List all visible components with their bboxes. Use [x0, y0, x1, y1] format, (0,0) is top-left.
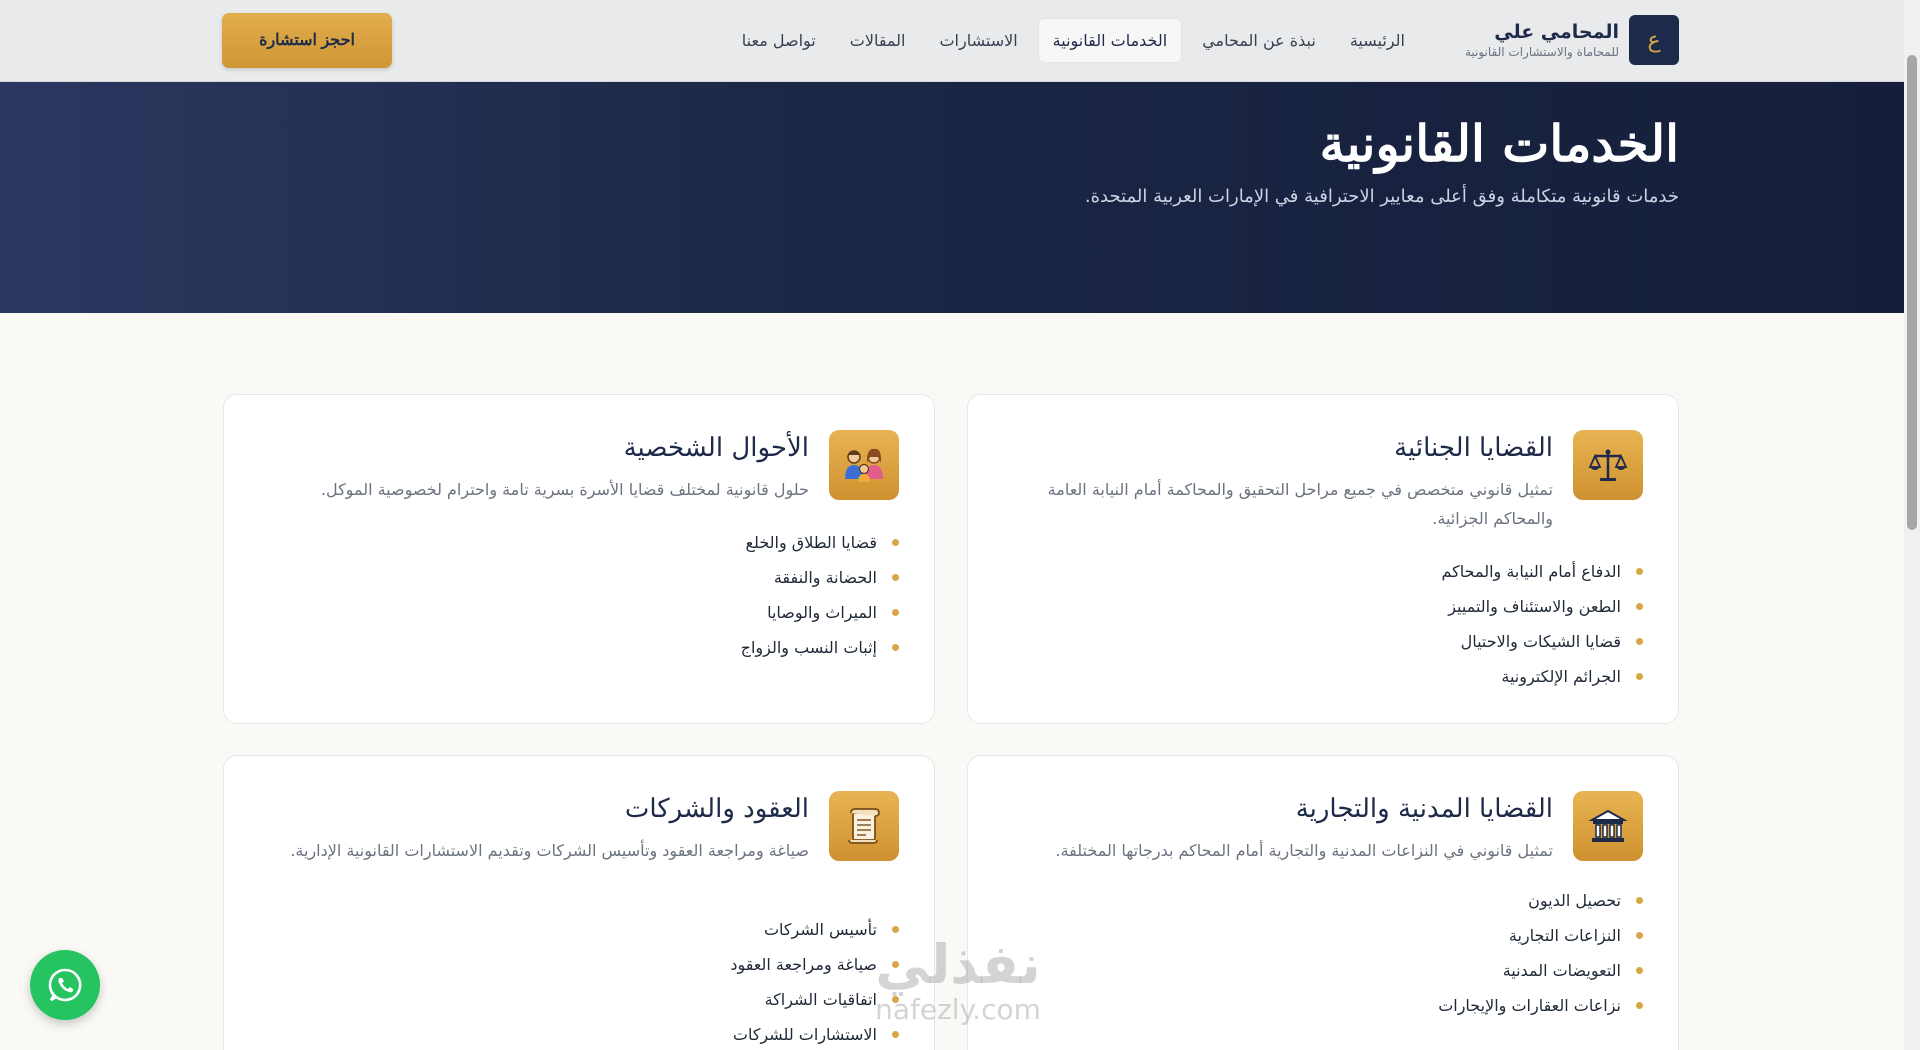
main-nav: الرئيسية نبذة عن المحامي الخدمات القانون…	[728, 17, 1419, 63]
scroll-icon	[829, 791, 899, 861]
header-inner: ع المحامي علي للمحاماة والاستشارات القان…	[222, 12, 1679, 68]
whatsapp-button[interactable]	[30, 950, 100, 1020]
list-item: صياغة ومراجعة العقود	[730, 947, 899, 982]
brand-logo[interactable]: ع المحامي علي للمحاماة والاستشارات القان…	[1465, 15, 1679, 65]
nav-about[interactable]: نبذة عن المحامي	[1188, 19, 1330, 62]
service-card-title: العقود والشركات	[624, 794, 809, 824]
list-item-label: الطعن والاستئناف والتمييز	[1448, 597, 1621, 616]
list-item-label: قضايا الطلاق والخلع	[745, 533, 878, 552]
page-subtitle: خدمات قانونية متكاملة وفق أعلى معايير ال…	[1084, 186, 1679, 207]
list-item: تحصيل الديون	[1438, 883, 1643, 918]
bullet-icon	[1636, 673, 1643, 680]
whatsapp-icon	[48, 968, 82, 1002]
service-card-list: الدفاع أمام النيابة والمحاكم الطعن والاس…	[1441, 554, 1643, 694]
service-card-description: صياغة ومراجعة العقود وتأسيس الشركات وتقد…	[290, 841, 809, 860]
list-item: تأسيس الشركات	[730, 912, 899, 947]
page-scrollbar[interactable]	[1904, 0, 1920, 1050]
page: ع المحامي علي للمحاماة والاستشارات القان…	[0, 0, 1904, 1050]
list-item: الميراث والوصايا	[741, 595, 899, 630]
list-item: الطعن والاستئناف والتمييز	[1442, 589, 1643, 624]
list-item-label: الميراث والوصايا	[767, 603, 877, 622]
list-item: نزاعات العقارات والإيجارات	[1438, 988, 1643, 1023]
list-item-label: تحصيل الديون	[1528, 891, 1621, 910]
list-item: الحضانة والنفقة	[741, 560, 899, 595]
bullet-icon	[892, 961, 899, 968]
list-item: النزاعات التجارية	[1438, 918, 1643, 953]
bullet-icon	[1636, 603, 1643, 610]
list-item: إثبات النسب والزواج	[741, 630, 899, 665]
list-item-label: الدفاع أمام النيابة والمحاكم	[1441, 562, 1622, 581]
service-card-criminal[interactable]: القضايا الجنائية تمثيل قانوني متخصص في ج…	[967, 394, 1679, 724]
bullet-icon	[1636, 638, 1643, 645]
list-item: الاستشارات للشركات	[730, 1017, 899, 1050]
list-item-label: إثبات النسب والزواج	[740, 638, 877, 657]
bullet-icon	[1636, 1002, 1643, 1009]
list-item: التعويضات المدنية	[1438, 953, 1643, 988]
service-card-civil-commercial[interactable]: القضايا المدنية والتجارية تمثيل قانوني ف…	[967, 755, 1679, 1050]
page-title: الخدمات القانونية	[1319, 114, 1679, 173]
list-item: الجرائم الإلكترونية	[1442, 659, 1643, 694]
bullet-icon	[1636, 897, 1643, 904]
service-card-description: حلول قانونية لمختلف قضايا الأسرة بسرية ت…	[320, 480, 809, 499]
service-card-contracts[interactable]: العقود والشركات صياغة ومراجعة العقود وتأ…	[223, 755, 935, 1050]
list-item-label: الجرائم الإلكترونية	[1501, 667, 1621, 686]
brand-name: المحامي علي	[1494, 21, 1619, 43]
brand-text: المحامي علي للمحاماة والاستشارات القانون…	[1465, 20, 1619, 60]
nav-contact[interactable]: تواصل معنا	[728, 19, 830, 62]
list-item-label: التعويضات المدنية	[1502, 961, 1621, 980]
service-card-description: تمثيل قانوني متخصص في جميع مراحل التحقيق…	[1047, 480, 1553, 528]
bullet-icon	[892, 609, 899, 616]
service-card-title: القضايا المدنية والتجارية	[1295, 794, 1553, 824]
bullet-icon	[892, 996, 899, 1003]
service-card-list: تأسيس الشركات صياغة ومراجعة العقود اتفاق…	[730, 912, 899, 1050]
service-card-personal-status[interactable]: الأحوال الشخصية حلول قانونية لمختلف قضاي…	[223, 394, 935, 724]
list-item-label: الاستشارات للشركات	[732, 1025, 877, 1044]
brand-tagline: للمحاماة والاستشارات القانونية	[1464, 45, 1619, 59]
bullet-icon	[892, 574, 899, 581]
scrollbar-thumb[interactable]	[1907, 55, 1917, 530]
list-item-label: النزاعات التجارية	[1508, 926, 1621, 945]
hero-banner: الخدمات القانونية خدمات قانونية متكاملة …	[0, 82, 1904, 313]
service-card-title: الأحوال الشخصية	[623, 433, 809, 463]
service-card-title: القضايا الجنائية	[1394, 433, 1553, 463]
list-item-label: نزاعات العقارات والإيجارات	[1438, 996, 1621, 1015]
bullet-icon	[892, 644, 899, 651]
service-card-list: تحصيل الديون النزاعات التجارية التعويضات…	[1438, 883, 1643, 1023]
family-icon	[829, 430, 899, 500]
scales-icon	[1573, 430, 1643, 500]
brand-mark-icon: ع	[1629, 15, 1679, 65]
list-item: الدفاع أمام النيابة والمحاكم	[1441, 554, 1643, 589]
service-card-list: قضايا الطلاق والخلع الحضانة والنفقة المي…	[741, 525, 899, 665]
list-item-label: قضايا الشيكات والاحتيال	[1460, 632, 1621, 651]
nav-legal-services[interactable]: الخدمات القانونية	[1037, 17, 1183, 63]
list-item-label: اتفاقيات الشراكة	[764, 990, 877, 1009]
list-item-label: صياغة ومراجعة العقود	[730, 955, 877, 974]
list-item-label: تأسيس الشركات	[763, 920, 877, 939]
list-item: قضايا الطلاق والخلع	[741, 525, 899, 560]
bullet-icon	[892, 1031, 899, 1038]
nav-home[interactable]: الرئيسية	[1336, 19, 1419, 62]
bullet-icon	[892, 926, 899, 933]
nav-articles[interactable]: المقالات	[836, 19, 920, 62]
bullet-icon	[892, 539, 899, 546]
list-item-label: الحضانة والنفقة	[773, 568, 877, 587]
bullet-icon	[1636, 568, 1643, 575]
book-consultation-button[interactable]: احجز استشارة	[222, 12, 392, 68]
list-item: قضايا الشيكات والاحتيال	[1442, 624, 1643, 659]
list-item: اتفاقيات الشراكة	[730, 982, 899, 1017]
bank-building-icon	[1573, 791, 1643, 861]
service-card-description: تمثيل قانوني في النزاعات المدنية والتجار…	[1055, 841, 1554, 860]
bullet-icon	[1636, 932, 1643, 939]
nav-consultations[interactable]: الاستشارات	[925, 19, 1031, 62]
site-header: ع المحامي علي للمحاماة والاستشارات القان…	[0, 0, 1904, 82]
bullet-icon	[1636, 967, 1643, 974]
